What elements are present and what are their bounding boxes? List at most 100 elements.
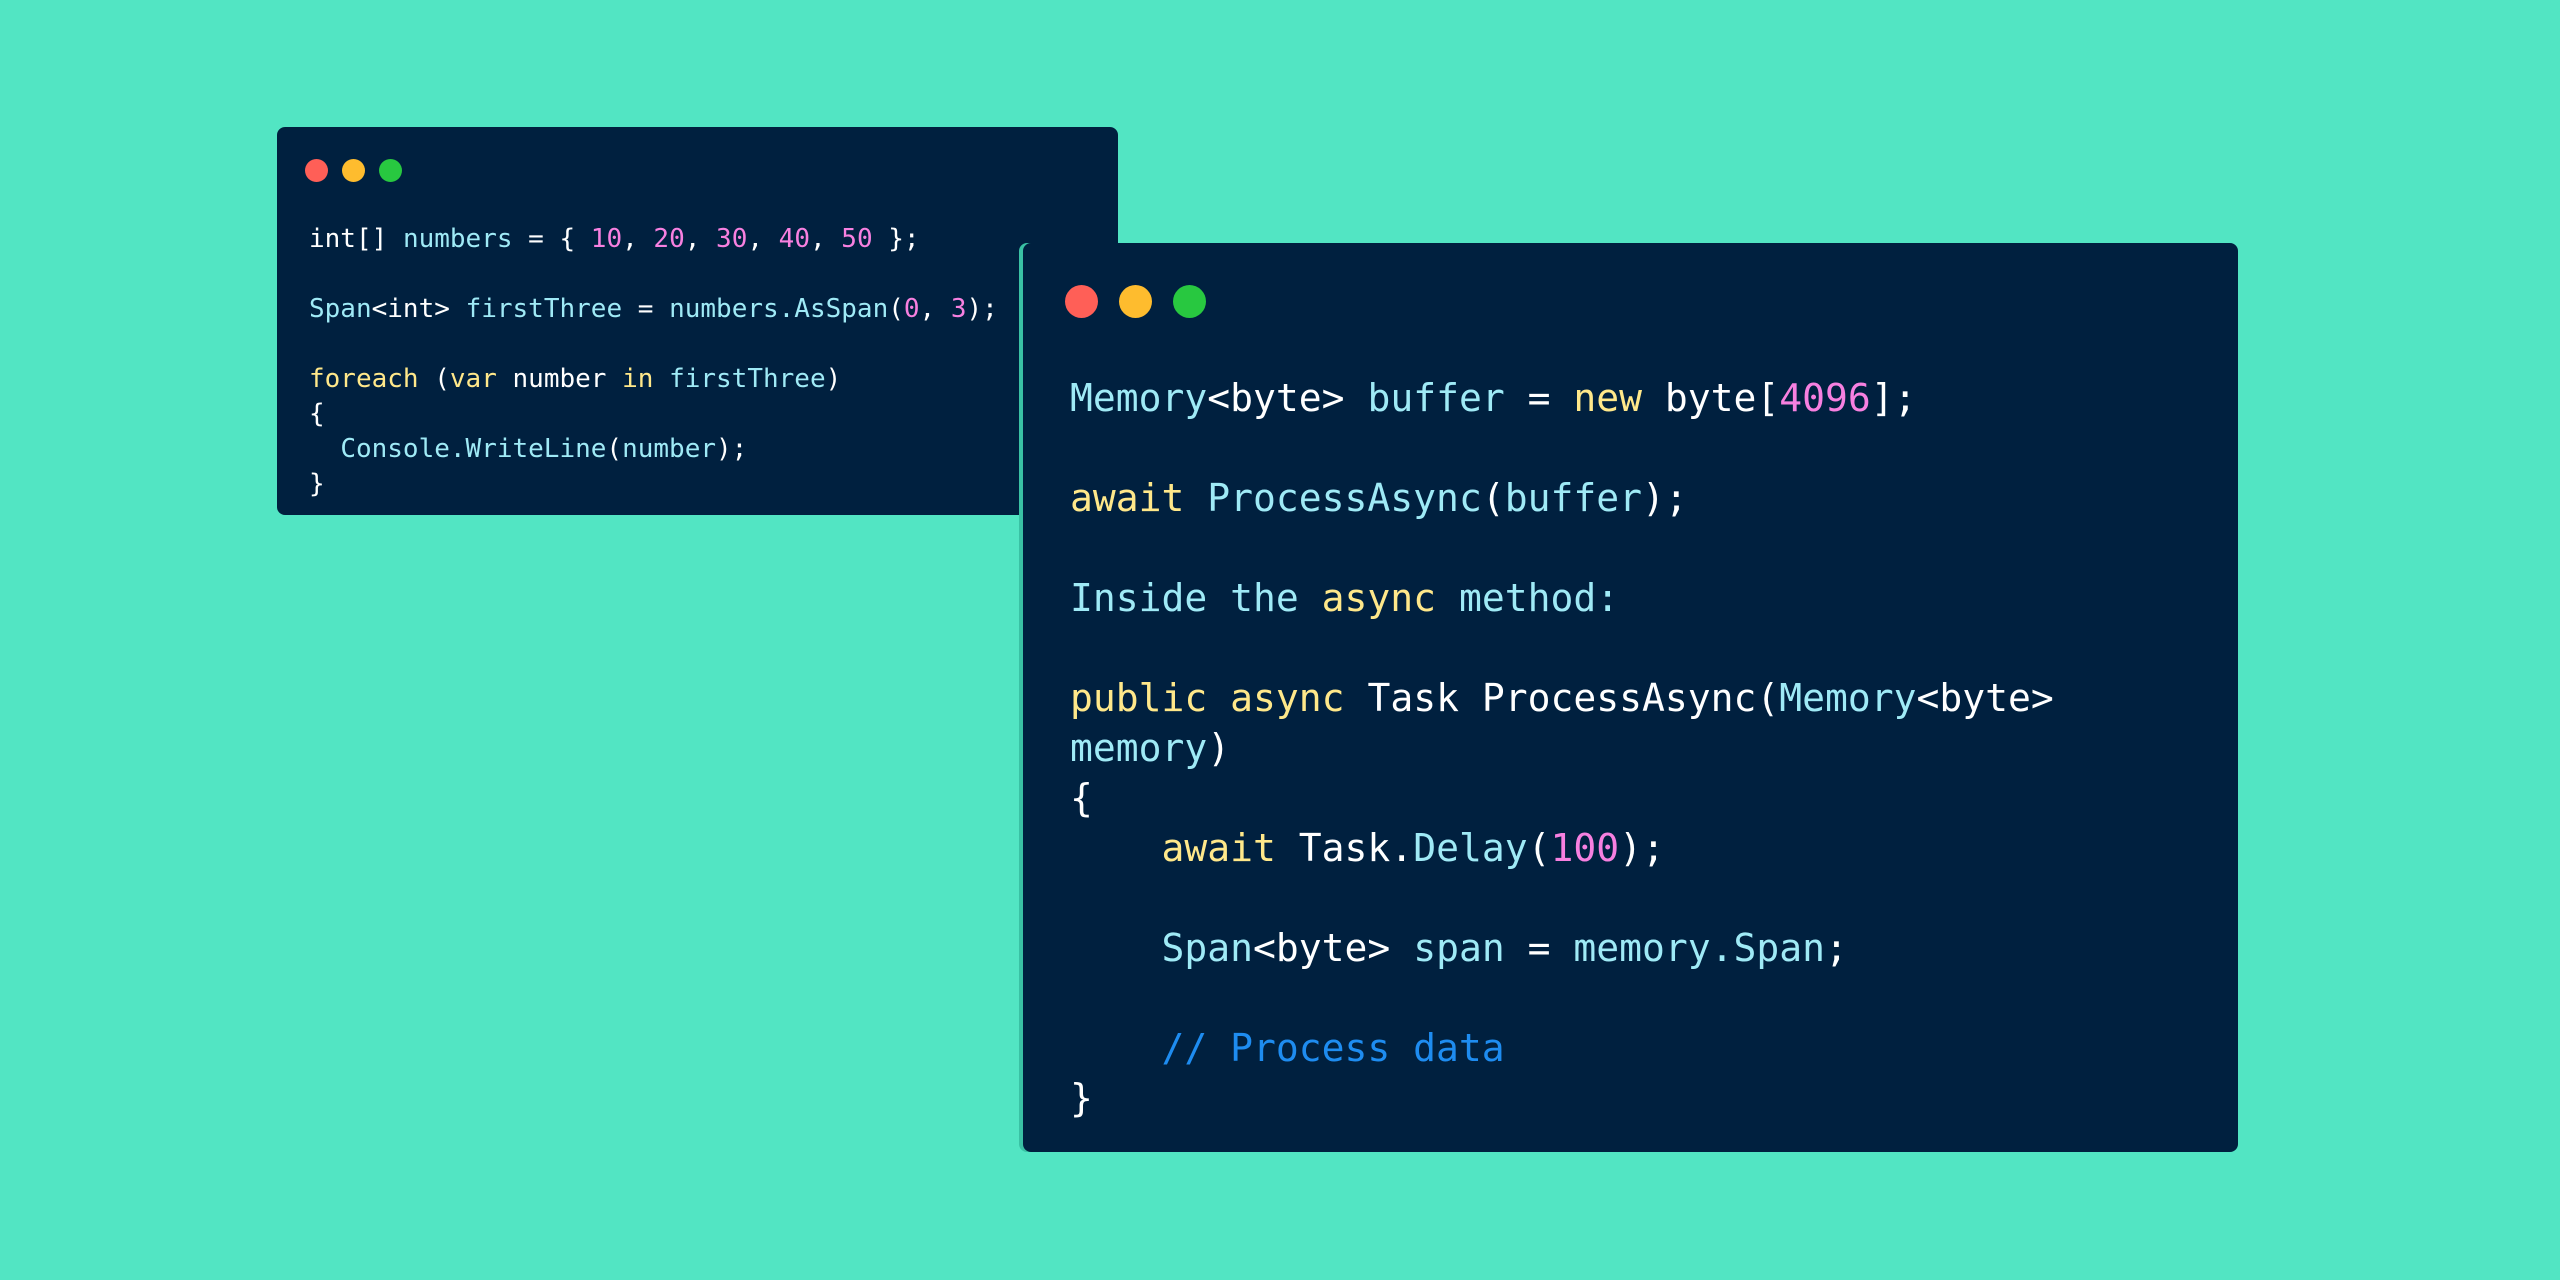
window-controls (305, 159, 402, 182)
code-token: ( (888, 294, 904, 324)
code-token: ( (606, 434, 623, 464)
code-token: , (747, 224, 779, 254)
code-token: 0 (903, 294, 920, 324)
code-token: , (919, 294, 951, 324)
code-token: ]; (1870, 376, 1917, 420)
code-line: } (1070, 1073, 2054, 1123)
code-token: , (684, 224, 717, 254)
code-token: Delay (1413, 826, 1528, 870)
code-line: foreach (var number in firstThree) (309, 362, 998, 397)
code-token: ) (1207, 726, 1231, 770)
code-token: Task ProcessAsync( (1344, 676, 1780, 720)
code-line: await Task.Delay(100); (1070, 823, 2054, 873)
maximize-dot-icon (379, 159, 402, 182)
code-token: } (1070, 1076, 1093, 1120)
code-token: await (1070, 476, 1185, 520)
code-token: new (1573, 376, 1643, 420)
code-token: ) (825, 364, 842, 394)
code-token: 50 (841, 224, 873, 254)
code-line: await ProcessAsync(buffer); (1070, 473, 2054, 523)
code-token: async (1230, 676, 1345, 720)
code-token: ); (1619, 826, 1665, 870)
code-token: = (1504, 926, 1574, 970)
code-token: <int> (371, 294, 450, 324)
code-token: ); (1642, 476, 1688, 520)
code-line: memory) (1070, 723, 2054, 773)
code-token: Span (309, 294, 372, 324)
code-token: <byte> (1916, 676, 2054, 720)
code-token: memory.Span (1573, 926, 1826, 970)
code-line: Span<byte> span = memory.Span; (1070, 923, 2054, 973)
code-token: ( (1527, 826, 1551, 870)
code-token: ( (1481, 476, 1505, 520)
code-token: foreach (309, 364, 419, 394)
code-token: int[] (309, 224, 388, 254)
code-line: public async Task ProcessAsync(Memory<by… (1070, 673, 2054, 723)
code-line: int[] numbers = { 10, 20, 30, 40, 50 }; (309, 222, 998, 257)
code-line: Memory<byte> buffer = new byte[4096]; (1070, 373, 2054, 423)
code-token: Memory (1070, 376, 1208, 420)
code-token: 40 (778, 224, 810, 254)
code-token: } (309, 469, 325, 499)
code-token: var (449, 364, 497, 394)
code-token: , (622, 224, 654, 254)
code-token: ); (716, 434, 748, 464)
code-token: buffer (1367, 376, 1505, 420)
code-token: 3 (950, 294, 967, 324)
code-token: 4096 (1779, 376, 1871, 420)
code-window-memory-example: Memory<byte> buffer = new byte[4096]; awa… (1023, 243, 2238, 1152)
code-line: // Process data (1070, 1023, 2054, 1073)
code-token: = { (512, 224, 591, 254)
code-token: ; (1825, 926, 1848, 970)
code-comment: // Process data (1070, 1026, 1505, 1070)
code-token: 100 (1550, 826, 1620, 870)
close-dot-icon (1065, 285, 1098, 318)
code-line: Span<int> firstThree = numbers.AsSpan(0,… (309, 292, 998, 327)
code-token: public (1070, 676, 1208, 720)
code-token: Span (1161, 926, 1254, 970)
code-token: Memory (1779, 676, 1917, 720)
code-token: , (809, 224, 842, 254)
code-block: Memory<byte> buffer = new byte[4096]; awa… (1070, 373, 2054, 1123)
code-token: byte[ (1642, 376, 1780, 420)
minimize-dot-icon (342, 159, 365, 182)
code-token: 20 (653, 224, 685, 254)
code-token: <byte> (1207, 376, 1345, 420)
minimize-dot-icon (1119, 285, 1152, 318)
code-token: Task. (1275, 826, 1414, 870)
code-token: <byte> (1253, 926, 1391, 970)
close-dot-icon (305, 159, 328, 182)
code-line: Inside the async method: (1070, 573, 2054, 623)
window-controls (1065, 285, 1206, 318)
code-token: Console.WriteLine (340, 434, 607, 464)
code-line: { (309, 397, 998, 432)
code-token: ); (966, 294, 998, 324)
code-token: number (622, 434, 716, 464)
code-token: span (1413, 926, 1505, 970)
code-token: ProcessAsync (1207, 476, 1482, 520)
code-token: { (309, 399, 325, 429)
maximize-dot-icon (1173, 285, 1206, 318)
code-line: } (309, 467, 998, 502)
code-token: method: (1436, 576, 1620, 620)
code-line: Console.WriteLine(number); (309, 432, 998, 467)
code-token: firstThree (669, 364, 826, 394)
code-block: int[] numbers = { 10, 20, 30, 40, 50 }; S… (309, 222, 998, 502)
code-window-span-example: int[] numbers = { 10, 20, 30, 40, 50 }; S… (277, 127, 1118, 515)
code-token: }; (872, 224, 920, 254)
code-token: Inside the (1070, 576, 1322, 620)
